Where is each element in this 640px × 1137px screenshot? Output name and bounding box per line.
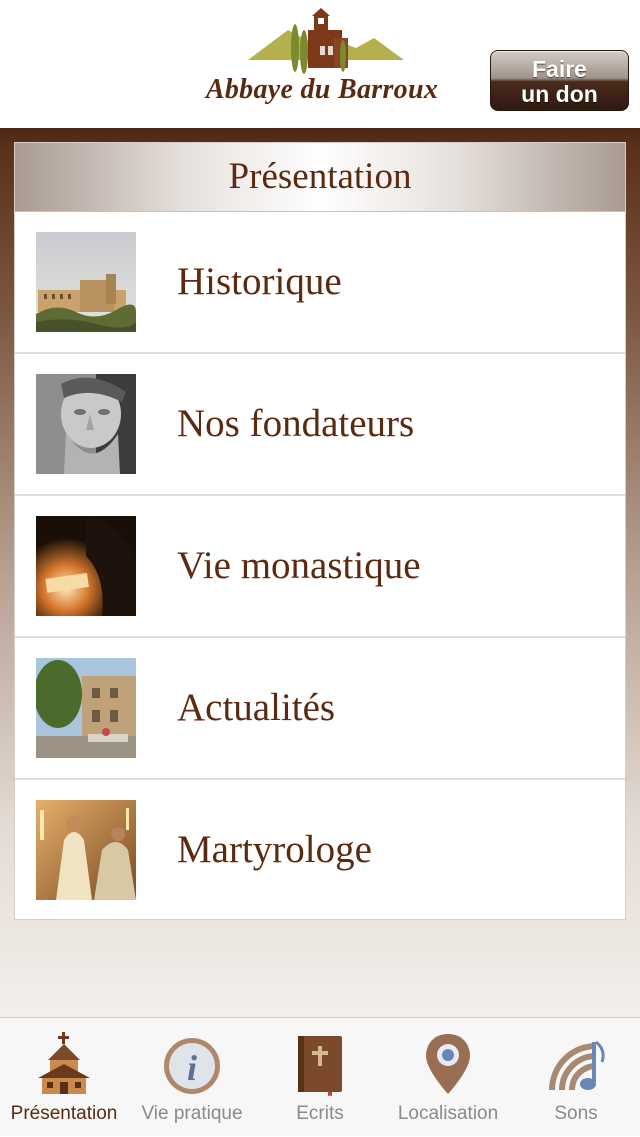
tab-label: Vie pratique: [141, 1103, 243, 1124]
tab-label: Sons: [554, 1103, 598, 1124]
tab-label: Localisation: [397, 1103, 499, 1124]
list-item-martyrologe[interactable]: Martyrologe: [15, 780, 625, 920]
donate-label-line2: un don: [521, 81, 598, 107]
sound-icon: [549, 1040, 605, 1091]
tab-sons[interactable]: Sons: [512, 1018, 640, 1137]
list-item-vie-monastique[interactable]: Vie monastique: [15, 496, 625, 638]
list-item-label: Actualités: [177, 686, 336, 729]
book-icon: [298, 1036, 342, 1096]
tab-ecrits[interactable]: Ecrits: [256, 1018, 384, 1137]
main-content: Présentation Historique Nos fondateurs V…: [0, 128, 640, 1017]
panel-title: Présentation: [15, 143, 625, 212]
tab-vie-pratique[interactable]: i Vie pratique: [128, 1018, 256, 1137]
abbey-logo: Abbaye du Barroux: [196, 8, 448, 120]
list-item-historique[interactable]: Historique: [15, 212, 625, 354]
tab-label: Ecrits: [296, 1103, 344, 1124]
app-header: Abbaye du Barroux Faire un don: [0, 0, 640, 128]
list-item-label: Vie monastique: [177, 544, 421, 587]
tab-presentation[interactable]: Présentation: [0, 1018, 128, 1137]
list-item-label: Historique: [177, 260, 342, 303]
abbey-photo: [36, 232, 136, 332]
liturgy-photo: [36, 800, 136, 900]
logo-text: Abbaye du Barroux: [205, 74, 439, 105]
monk-reading-photo: [36, 516, 136, 616]
list-item-label: Martyrologe: [177, 828, 372, 871]
donate-label-line1: Faire: [532, 56, 587, 82]
list-item-label: Nos fondateurs: [177, 402, 415, 445]
list-item-actualites[interactable]: Actualités: [15, 638, 625, 780]
church-icon: [38, 1032, 90, 1094]
donate-button[interactable]: Faire un don: [490, 50, 629, 111]
location-pin-icon: [426, 1034, 470, 1094]
tab-bar: Présentation i Vie pratique Ecrits Local…: [0, 1017, 640, 1136]
list-item-nos-fondateurs[interactable]: Nos fondateurs: [15, 354, 625, 496]
info-icon: i: [164, 1038, 220, 1094]
village-photo: [36, 658, 136, 758]
svg-text:i: i: [187, 1048, 197, 1088]
tab-localisation[interactable]: Localisation: [384, 1018, 512, 1137]
founder-portrait: [36, 374, 136, 474]
presentation-panel: Présentation Historique Nos fondateurs V…: [14, 142, 626, 920]
abbey-logo-icon: [248, 8, 404, 74]
